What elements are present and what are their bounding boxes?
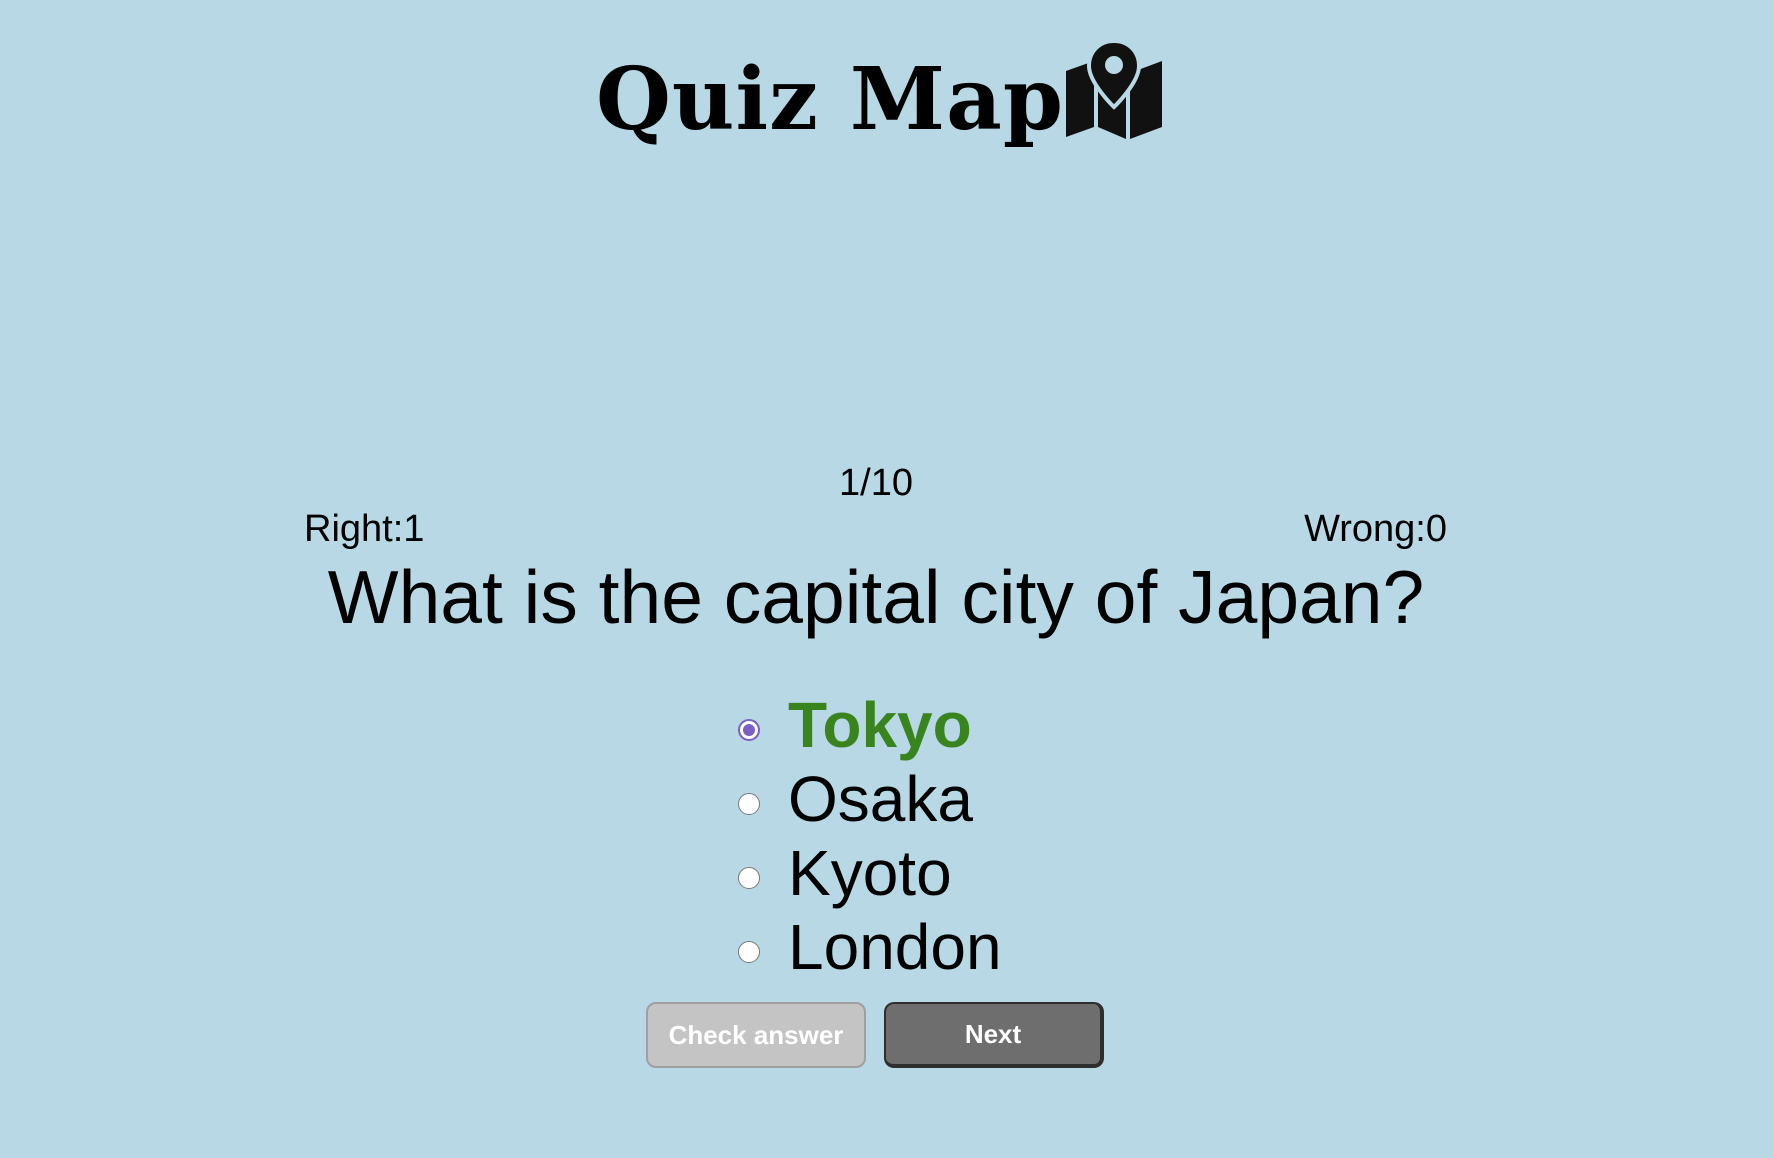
radio-button[interactable] [738,793,760,815]
option-label: Osaka [788,763,973,835]
radio-button[interactable] [738,719,760,741]
right-score: Right:1 [304,508,425,550]
question-counter: 1/10 [839,462,913,504]
app-header: Quiz Map [0,40,1774,160]
radio-button[interactable] [738,867,760,889]
option-label: Kyoto [788,837,952,909]
app-title: Quiz Map [596,49,1064,150]
option-london[interactable]: London [738,910,1002,984]
option-tokyo[interactable]: Tokyo [738,688,1002,762]
map-pin-icon [1065,41,1162,139]
option-osaka[interactable]: Osaka [738,762,1002,836]
option-label: London [788,911,1002,983]
next-button[interactable]: Next [884,1002,1104,1068]
option-kyoto[interactable]: Kyoto [738,836,1002,910]
option-label: Tokyo [788,689,972,761]
question-text: What is the capital city of Japan? [327,555,1425,639]
answer-options: Tokyo Osaka Kyoto London [738,688,1002,984]
wrong-score: Wrong:0 [1304,508,1447,550]
check-answer-button[interactable]: Check answer [646,1002,866,1068]
radio-button[interactable] [738,941,760,963]
action-buttons: Check answer Next [646,1002,1104,1068]
